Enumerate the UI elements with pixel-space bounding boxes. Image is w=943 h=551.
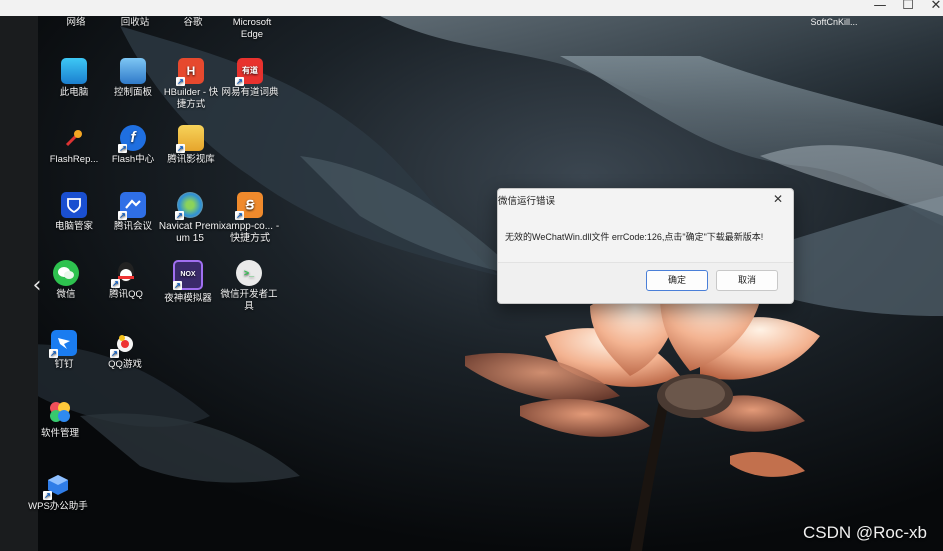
youdao-icon: 有道 ↗	[235, 58, 263, 86]
nox-icon: NOX ↗	[173, 260, 203, 290]
dingtalk-wing-icon	[58, 338, 70, 349]
desktop-icon-label: 腾讯QQ	[109, 289, 143, 300]
desktop-icon-label: Flash中心	[111, 154, 155, 165]
shortcut-arrow-icon: ↗	[49, 349, 58, 358]
desktop-icon-flashrepair[interactable]: FlashRep...	[43, 125, 105, 166]
csdn-watermark: CSDN @Roc-xb	[803, 523, 927, 542]
desktop-icon-label: 夜神模拟器	[164, 293, 212, 304]
desktop-icon-qq[interactable]: ↗ 腾讯QQ	[95, 260, 157, 301]
desktop-icon-recycle-bin-label[interactable]: 回收站	[104, 17, 166, 29]
desktop-icon-software-manager[interactable]: 软件管理	[29, 399, 91, 440]
ok-button[interactable]: 确定	[646, 270, 708, 291]
shortcut-arrow-icon: ↗	[176, 77, 185, 86]
desktop-icon-label: QQ游戏	[108, 359, 142, 370]
shortcut-arrow-icon: ↗	[176, 144, 185, 153]
desktop-icon-youdao[interactable]: 有道 ↗ 网易有道词典	[219, 58, 281, 99]
flashrepair-icon	[61, 125, 87, 151]
dialog-close-icon[interactable]: ✕	[769, 190, 787, 208]
desktop-icon-label: FlashRep...	[49, 154, 99, 165]
shortcut-arrow-icon: ↗	[173, 281, 182, 290]
desktop-icon-label: 微信	[56, 289, 76, 300]
control-panel-icon	[120, 58, 146, 84]
flash-center-icon: f ↗	[118, 125, 146, 153]
wechat-icon	[53, 260, 79, 286]
desktop-icon-network-label[interactable]: 网络	[45, 17, 107, 29]
desktop-icon-xampp[interactable]: ꞩ ↗ xampp-co... - 快捷方式	[219, 192, 281, 245]
desktop-icon-label: WPS办公助手	[28, 501, 88, 512]
desktop-icon-qq-game[interactable]: ↗ QQ游戏	[94, 330, 156, 371]
maximize-button[interactable]: ☐	[896, 0, 920, 15]
desktop-icon-label: Navicat Premium 15	[158, 221, 222, 244]
desktop-icon-this-pc[interactable]: 此电脑	[43, 58, 105, 99]
desktop-icon-label: xampp-co... - 快捷方式	[220, 221, 280, 244]
desktop-icon-navicat[interactable]: ↗ Navicat Premium 15	[157, 192, 223, 245]
xampp-glyph: ꞩ	[245, 196, 255, 213]
desktop-icon-label: 钉钉	[54, 359, 74, 370]
desktop-icon-label: 腾讯影视库	[167, 154, 215, 165]
dialog-message: 无效的WeChatWin.dll文件 errCode:126,点击"确定"下载最…	[505, 232, 764, 242]
shortcut-arrow-icon: ↗	[118, 211, 127, 220]
desktop-icon-chrome-label[interactable]: 谷歌	[162, 17, 224, 29]
cancel-button[interactable]: 取消	[716, 270, 778, 291]
dialog-title: 微信运行错误	[498, 196, 556, 207]
desktop-icon-wps-assistant[interactable]: ↗ WPS办公助手	[27, 472, 89, 513]
close-window-button[interactable]: ✕	[924, 0, 943, 15]
dialog-footer: 确定 取消	[498, 262, 793, 303]
youdao-glyph: 有道	[242, 66, 258, 75]
software-manager-petals-icon	[50, 402, 70, 422]
flash-glyph: f	[130, 129, 136, 146]
navicat-icon: ↗	[175, 192, 203, 220]
desktop-icon-hbuilder[interactable]: H ↗ HBuilder - 快捷方式	[160, 58, 222, 111]
desktop-icon-label: 微信开发者工具	[220, 289, 278, 312]
minimize-button[interactable]: —	[868, 0, 892, 15]
nox-glyph: NOX	[180, 271, 196, 278]
wps-assistant-icon: ↗	[43, 472, 71, 500]
wechat-devtools-icon: >_	[236, 260, 262, 286]
xampp-icon: ꞩ ↗	[235, 192, 263, 220]
desktop-icon-control-panel[interactable]: 控制面板	[102, 58, 164, 99]
hbuilder-glyph: H	[186, 64, 196, 78]
tencent-video-library-icon: ↗	[176, 125, 204, 153]
devtools-glyph: >_	[243, 268, 255, 278]
shortcut-arrow-icon: ↗	[175, 211, 184, 220]
window-title-bar: — ☐ ✕	[0, 0, 943, 16]
desktop-icon-label: 网易有道词典	[221, 87, 279, 98]
desktop-icon-flash-center[interactable]: f ↗ Flash中心	[102, 125, 164, 166]
desktop-icon-label: 电脑管家	[54, 221, 93, 232]
desktop-icon-label: HBuilder - 快捷方式	[163, 87, 219, 110]
flashrepair-shape	[65, 130, 82, 147]
shortcut-arrow-icon: ↗	[111, 279, 120, 288]
desktop-icon-wechat-devtools[interactable]: >_ 微信开发者工具	[216, 260, 282, 313]
shortcut-arrow-icon: ↗	[43, 491, 52, 500]
tencent-meeting-icon: ↗	[118, 192, 146, 220]
desktop-icon-tencent-video[interactable]: ↗ 腾讯影视库	[160, 125, 222, 166]
error-dialog: 微信运行错误 ✕ 无效的WeChatWin.dll文件 errCode:126,…	[497, 188, 794, 304]
shortcut-arrow-icon: ↗	[118, 144, 127, 153]
desktop-icon-softcnkill-label[interactable]: SoftCnKill...	[802, 16, 866, 28]
computer-icon	[61, 58, 87, 84]
desktop-icon-tencent-meeting[interactable]: ↗ 腾讯会议	[102, 192, 164, 233]
shortcut-arrow-icon: ↗	[235, 77, 244, 86]
desktop-icon-wechat[interactable]: 微信	[35, 260, 97, 301]
desktop-icon-label: 腾讯会议	[113, 221, 152, 232]
desktop-icon-pc-manager[interactable]: 电脑管家	[43, 192, 105, 233]
hbuilder-icon: H ↗	[176, 58, 204, 86]
qq-game-icon: ↗	[110, 330, 138, 358]
desktop-icon-edge-label[interactable]: Microsoft Edge	[221, 17, 283, 41]
desktop-icon-label: 软件管理	[40, 428, 79, 439]
pc-manager-icon	[61, 192, 87, 218]
software-manager-icon	[47, 399, 73, 425]
desktop-icon-nox[interactable]: NOX ↗ 夜神模拟器	[157, 260, 219, 305]
qq-icon: ↗	[111, 260, 139, 288]
shortcut-arrow-icon: ↗	[235, 211, 244, 220]
shortcut-arrow-icon: ↗	[110, 349, 119, 358]
dingtalk-icon: ↗	[49, 330, 77, 358]
desktop-icon-label: 此电脑	[59, 87, 89, 98]
meeting-shape	[125, 199, 141, 209]
wechat-bubble-icon	[58, 267, 74, 279]
shield-check-icon	[67, 198, 81, 214]
desktop-icon-dingtalk[interactable]: ↗ 钉钉	[33, 330, 95, 371]
desktop-icon-label: 控制面板	[113, 87, 152, 98]
